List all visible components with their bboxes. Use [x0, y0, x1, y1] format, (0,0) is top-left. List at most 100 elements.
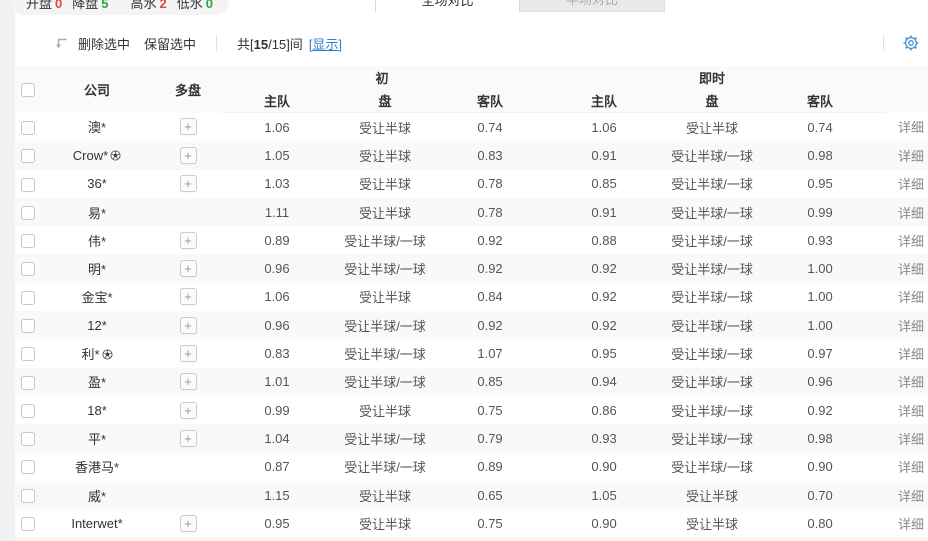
- show-link[interactable]: [显示]: [309, 34, 342, 53]
- tabs: 全场对比半场对比: [375, 0, 665, 12]
- initial-handicap: 受让半球: [331, 170, 439, 198]
- detail-link[interactable]: 详细: [898, 120, 924, 135]
- row-checkbox[interactable]: [21, 234, 35, 248]
- live-handicap: 受让半球/一球: [667, 283, 757, 311]
- initial-home-odds: 1.04: [223, 424, 331, 452]
- live-home-odds: 0.93: [541, 424, 667, 452]
- live-away-odds: 0.95: [757, 170, 883, 198]
- row-checkbox[interactable]: [21, 262, 35, 276]
- row-checkbox[interactable]: [21, 489, 35, 503]
- company-name: Crow*: [73, 148, 108, 163]
- col-live-handicap: 盘: [667, 89, 757, 113]
- row-checkbox[interactable]: [21, 149, 35, 163]
- bookmaker-count: 共[15/15]间: [237, 34, 303, 53]
- settings-gear-icon[interactable]: [902, 34, 920, 52]
- expand-plus-button[interactable]: +: [180, 232, 197, 249]
- detail-link[interactable]: 详细: [898, 517, 924, 532]
- row-checkbox[interactable]: [21, 178, 35, 192]
- detail-link[interactable]: 详细: [898, 149, 924, 164]
- initial-home-odds: 1.03: [223, 170, 331, 198]
- table-row: 18* + 0.99 受让半球 0.75 0.86 受让半球/一球 0.92 详…: [15, 396, 928, 424]
- company-name: 伟*: [88, 234, 106, 249]
- company-name: 18*: [87, 403, 107, 418]
- row-checkbox[interactable]: [21, 347, 35, 361]
- expand-plus-button[interactable]: +: [180, 345, 197, 362]
- initial-away-odds: 0.75: [439, 509, 541, 537]
- row-checkbox[interactable]: [21, 291, 35, 305]
- tab[interactable]: 半场对比: [520, 0, 665, 12]
- initial-handicap: 受让半球: [331, 509, 439, 537]
- company-name: 12*: [87, 318, 107, 333]
- row-checkbox[interactable]: [21, 206, 35, 220]
- table-row: 明* + 0.96 受让半球/一球 0.92 0.92 受让半球/一球 1.00…: [15, 254, 928, 282]
- odds-comparison-page: 开盘0降盘5高水2低水0 全场对比半场对比 删除选中 保留选中 共[15/15]…: [0, 0, 928, 541]
- initial-home-odds: 0.89: [223, 226, 331, 254]
- row-checkbox[interactable]: [21, 319, 35, 333]
- table-row: Interwet* + 0.95 受让半球 0.75 0.90 受让半球 0.8…: [15, 509, 928, 537]
- expand-plus-button[interactable]: +: [180, 430, 197, 447]
- expand-plus-button[interactable]: +: [180, 288, 197, 305]
- live-home-odds: 0.90: [541, 453, 667, 481]
- detail-link[interactable]: 详细: [898, 489, 924, 504]
- live-away-odds: 1.00: [757, 283, 883, 311]
- detail-link[interactable]: 详细: [898, 262, 924, 277]
- detail-link[interactable]: 详细: [898, 206, 924, 221]
- detail-link[interactable]: 详细: [898, 375, 924, 390]
- bottom-notice-strip: [15, 537, 928, 541]
- col-detail: [883, 66, 928, 113]
- tab[interactable]: 全场对比: [375, 0, 520, 12]
- detail-link[interactable]: 详细: [898, 432, 924, 447]
- company-name: 威*: [88, 489, 106, 504]
- expand-plus-button[interactable]: +: [180, 175, 197, 192]
- row-checkbox[interactable]: [21, 460, 35, 474]
- row-checkbox[interactable]: [21, 376, 35, 390]
- detail-link[interactable]: 详细: [898, 460, 924, 475]
- expand-plus-button[interactable]: +: [180, 147, 197, 164]
- expand-plus-button[interactable]: +: [180, 373, 197, 390]
- initial-away-odds: 0.89: [439, 453, 541, 481]
- stat-item: 低水0: [177, 0, 213, 12]
- expand-plus-button[interactable]: +: [180, 118, 197, 135]
- detail-link[interactable]: 详细: [898, 234, 924, 249]
- expand-plus-button[interactable]: +: [180, 402, 197, 419]
- initial-away-odds: 0.75: [439, 396, 541, 424]
- initial-handicap: 受让半球/一球: [331, 311, 439, 339]
- initial-away-odds: 0.78: [439, 198, 541, 226]
- initial-handicap: 受让半球: [331, 396, 439, 424]
- row-checkbox[interactable]: [21, 517, 35, 531]
- expand-plus-button[interactable]: +: [180, 317, 197, 334]
- initial-home-odds: 1.11: [223, 198, 331, 226]
- initial-handicap: 受让半球: [331, 198, 439, 226]
- stat-item: 降盘5: [72, 0, 108, 12]
- initial-handicap: 受让半球: [331, 283, 439, 311]
- row-checkbox[interactable]: [21, 121, 35, 135]
- live-home-odds: 0.85: [541, 170, 667, 198]
- initial-away-odds: 0.83: [439, 141, 541, 169]
- initial-handicap: 受让半球/一球: [331, 226, 439, 254]
- initial-handicap: 受让半球: [331, 481, 439, 509]
- row-checkbox[interactable]: [21, 404, 35, 418]
- table-row: 利* + 0.83 受让半球/一球 1.07 0.95 受让半球/一球 0.97…: [15, 339, 928, 367]
- table-row: 平* + 1.04 受让半球/一球 0.79 0.93 受让半球/一球 0.98…: [15, 424, 928, 452]
- row-checkbox[interactable]: [21, 432, 35, 446]
- live-home-odds: 0.92: [541, 311, 667, 339]
- detail-link[interactable]: 详细: [898, 319, 924, 334]
- initial-home-odds: 0.95: [223, 509, 331, 537]
- table-row: 澳* + 1.06 受让半球 0.74 1.06 受让半球 0.74 详细: [15, 113, 928, 142]
- expand-plus-button[interactable]: +: [180, 515, 197, 532]
- stat-item: 开盘0: [26, 0, 62, 12]
- company-name: 澳*: [88, 120, 106, 135]
- delete-selected-button[interactable]: 删除选中: [78, 34, 130, 53]
- detail-link[interactable]: 详细: [898, 290, 924, 305]
- expand-plus-button[interactable]: +: [180, 260, 197, 277]
- detail-link[interactable]: 详细: [898, 347, 924, 362]
- table-row: Crow* + 1.05 受让半球 0.83 0.91 受让半球/一球 0.98…: [15, 141, 928, 169]
- keep-selected-button[interactable]: 保留选中: [144, 34, 196, 53]
- live-handicap: 受让半球/一球: [667, 339, 757, 367]
- initial-away-odds: 0.85: [439, 368, 541, 396]
- detail-link[interactable]: 详细: [898, 177, 924, 192]
- detail-link[interactable]: 详细: [898, 404, 924, 419]
- initial-away-odds: 1.07: [439, 339, 541, 367]
- initial-away-odds: 0.78: [439, 170, 541, 198]
- select-all-checkbox[interactable]: [21, 83, 35, 97]
